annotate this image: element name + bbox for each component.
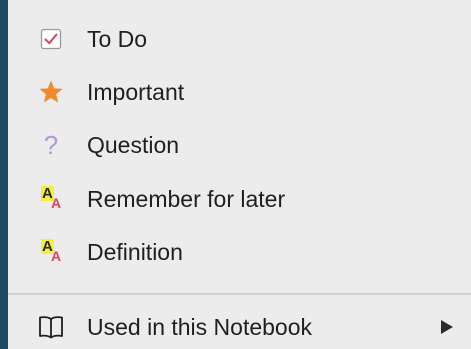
- submenu-used-in-this-notebook[interactable]: Used in this Notebook: [8, 307, 471, 347]
- context-menu: To Do Important ? Question A A Remember …: [8, 0, 471, 349]
- menu-item-definition[interactable]: A A Definition: [8, 232, 471, 272]
- checkbox-icon: [38, 26, 64, 52]
- star-icon: [38, 79, 64, 105]
- highlight-text-icon: A A: [41, 238, 62, 264]
- menu-item-label: Definition: [87, 239, 183, 265]
- menu-item-label: Remember for later: [87, 186, 286, 212]
- menu-item-remember-for-later[interactable]: A A Remember for later: [8, 179, 471, 219]
- menu-divider: [8, 293, 471, 295]
- menu-item-question[interactable]: ? Question: [8, 125, 471, 165]
- menu-item-label: Important: [87, 79, 185, 105]
- submenu-arrow-icon: [441, 320, 453, 334]
- menu-item-to-do[interactable]: To Do: [8, 19, 471, 59]
- highlight-text-icon: A A: [41, 185, 62, 211]
- menu-item-important[interactable]: Important: [8, 72, 471, 112]
- menu-item-label: To Do: [87, 26, 148, 52]
- submenu-label: Used in this Notebook: [87, 314, 313, 340]
- question-mark-icon: ?: [43, 130, 59, 160]
- menu-item-label: Question: [87, 132, 180, 158]
- book-icon: [38, 314, 64, 340]
